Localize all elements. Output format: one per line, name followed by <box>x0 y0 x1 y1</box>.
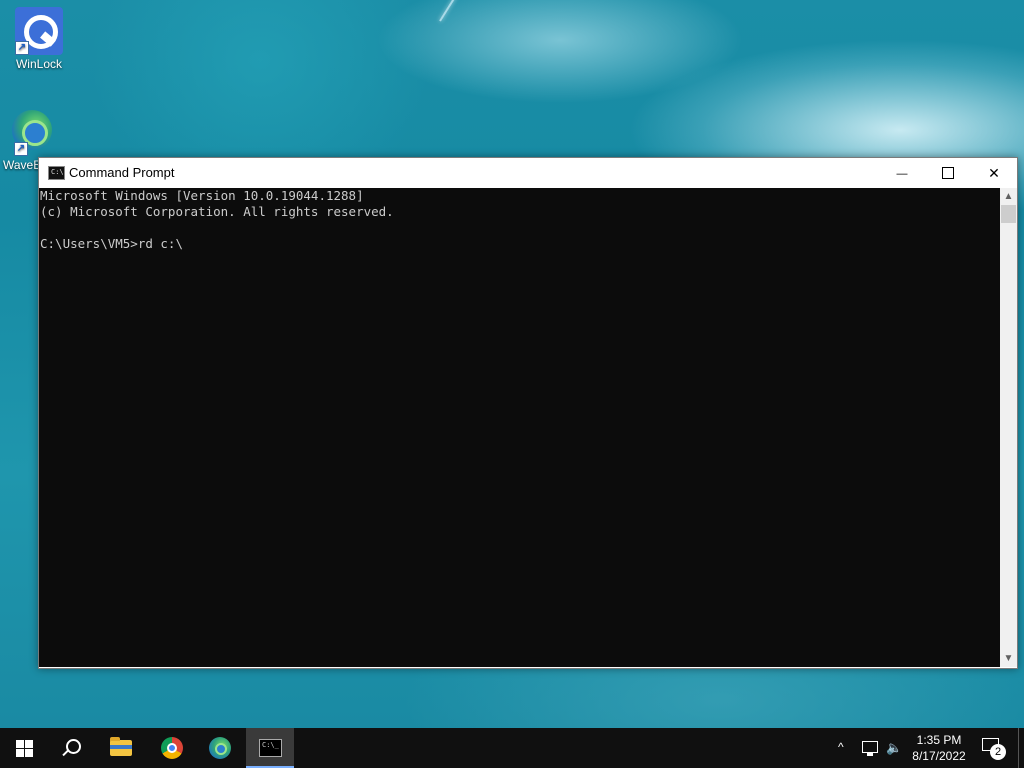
close-icon: ✕ <box>988 165 1000 181</box>
scroll-up-button[interactable]: ▲ <box>1000 188 1017 205</box>
volume-icon[interactable]: 🔈 <box>886 740 902 756</box>
taskbar-command-prompt[interactable]: C:\_ <box>246 728 294 768</box>
console-line: (c) Microsoft Corporation. All rights re… <box>40 204 394 219</box>
shortcut-arrow-icon: ↗ <box>15 41 29 55</box>
vertical-scrollbar[interactable]: ▲ ▼ <box>1000 188 1017 667</box>
taskbar-wavebrowser[interactable] <box>196 728 244 768</box>
clock-time: 1:35 PM <box>916 733 962 747</box>
taskbar: C:\_ ^ 🔈 1:35 PM 8/17/2022 2 <box>0 728 1024 768</box>
command-prompt-window[interactable]: C:\ Command Prompt — ✕ Microsoft Windows… <box>38 157 1018 669</box>
winlock-icon: ↗ <box>15 7 63 55</box>
window-title: Command Prompt <box>69 165 175 180</box>
minimize-icon: — <box>896 168 908 180</box>
console-prompt-line[interactable]: C:\Users\VM5>rd c:\ <box>39 236 1000 252</box>
clock-date: 8/17/2022 <box>912 749 966 763</box>
chrome-icon <box>161 737 183 759</box>
maximize-icon <box>942 166 954 179</box>
show-hidden-icons-button[interactable]: ^ <box>838 740 856 768</box>
desktop-icon-winlock[interactable]: ↗ WinLock <box>4 7 74 71</box>
wavebrowser-icon <box>209 737 231 759</box>
network-icon[interactable] <box>862 741 878 756</box>
close-button[interactable]: ✕ <box>971 158 1017 188</box>
console-output[interactable]: Microsoft Windows [Version 10.0.19044.12… <box>39 188 1000 667</box>
scroll-down-button[interactable]: ▼ <box>1000 650 1017 667</box>
show-desktop-button[interactable] <box>1018 728 1019 768</box>
scrollbar-thumb[interactable] <box>1001 205 1016 223</box>
notification-count-badge: 2 <box>990 744 1006 760</box>
title-bar[interactable]: C:\ Command Prompt — ✕ <box>39 158 1017 188</box>
clock[interactable]: 1:35 PM 8/17/2022 <box>906 732 972 764</box>
command-prompt-icon: C:\_ <box>259 739 282 757</box>
minimize-button[interactable]: — <box>879 158 925 188</box>
shortcut-arrow-icon: ↗ <box>14 142 28 156</box>
action-center-button[interactable]: 2 <box>982 738 1006 760</box>
taskbar-chrome[interactable] <box>148 728 196 768</box>
wavebrowser-icon: ↗ <box>8 108 56 156</box>
desktop-icon-label: WinLock <box>15 57 62 71</box>
wallpaper-streak <box>439 0 478 22</box>
search-icon <box>66 739 81 754</box>
start-button[interactable] <box>0 728 48 768</box>
windows-logo-icon <box>16 740 33 757</box>
file-explorer-icon <box>110 737 132 756</box>
search-button[interactable] <box>48 728 96 768</box>
command-prompt-icon: C:\ <box>48 166 65 180</box>
taskbar-file-explorer[interactable] <box>98 728 146 768</box>
maximize-button[interactable] <box>925 158 971 188</box>
console-line: Microsoft Windows [Version 10.0.19044.12… <box>40 188 364 203</box>
